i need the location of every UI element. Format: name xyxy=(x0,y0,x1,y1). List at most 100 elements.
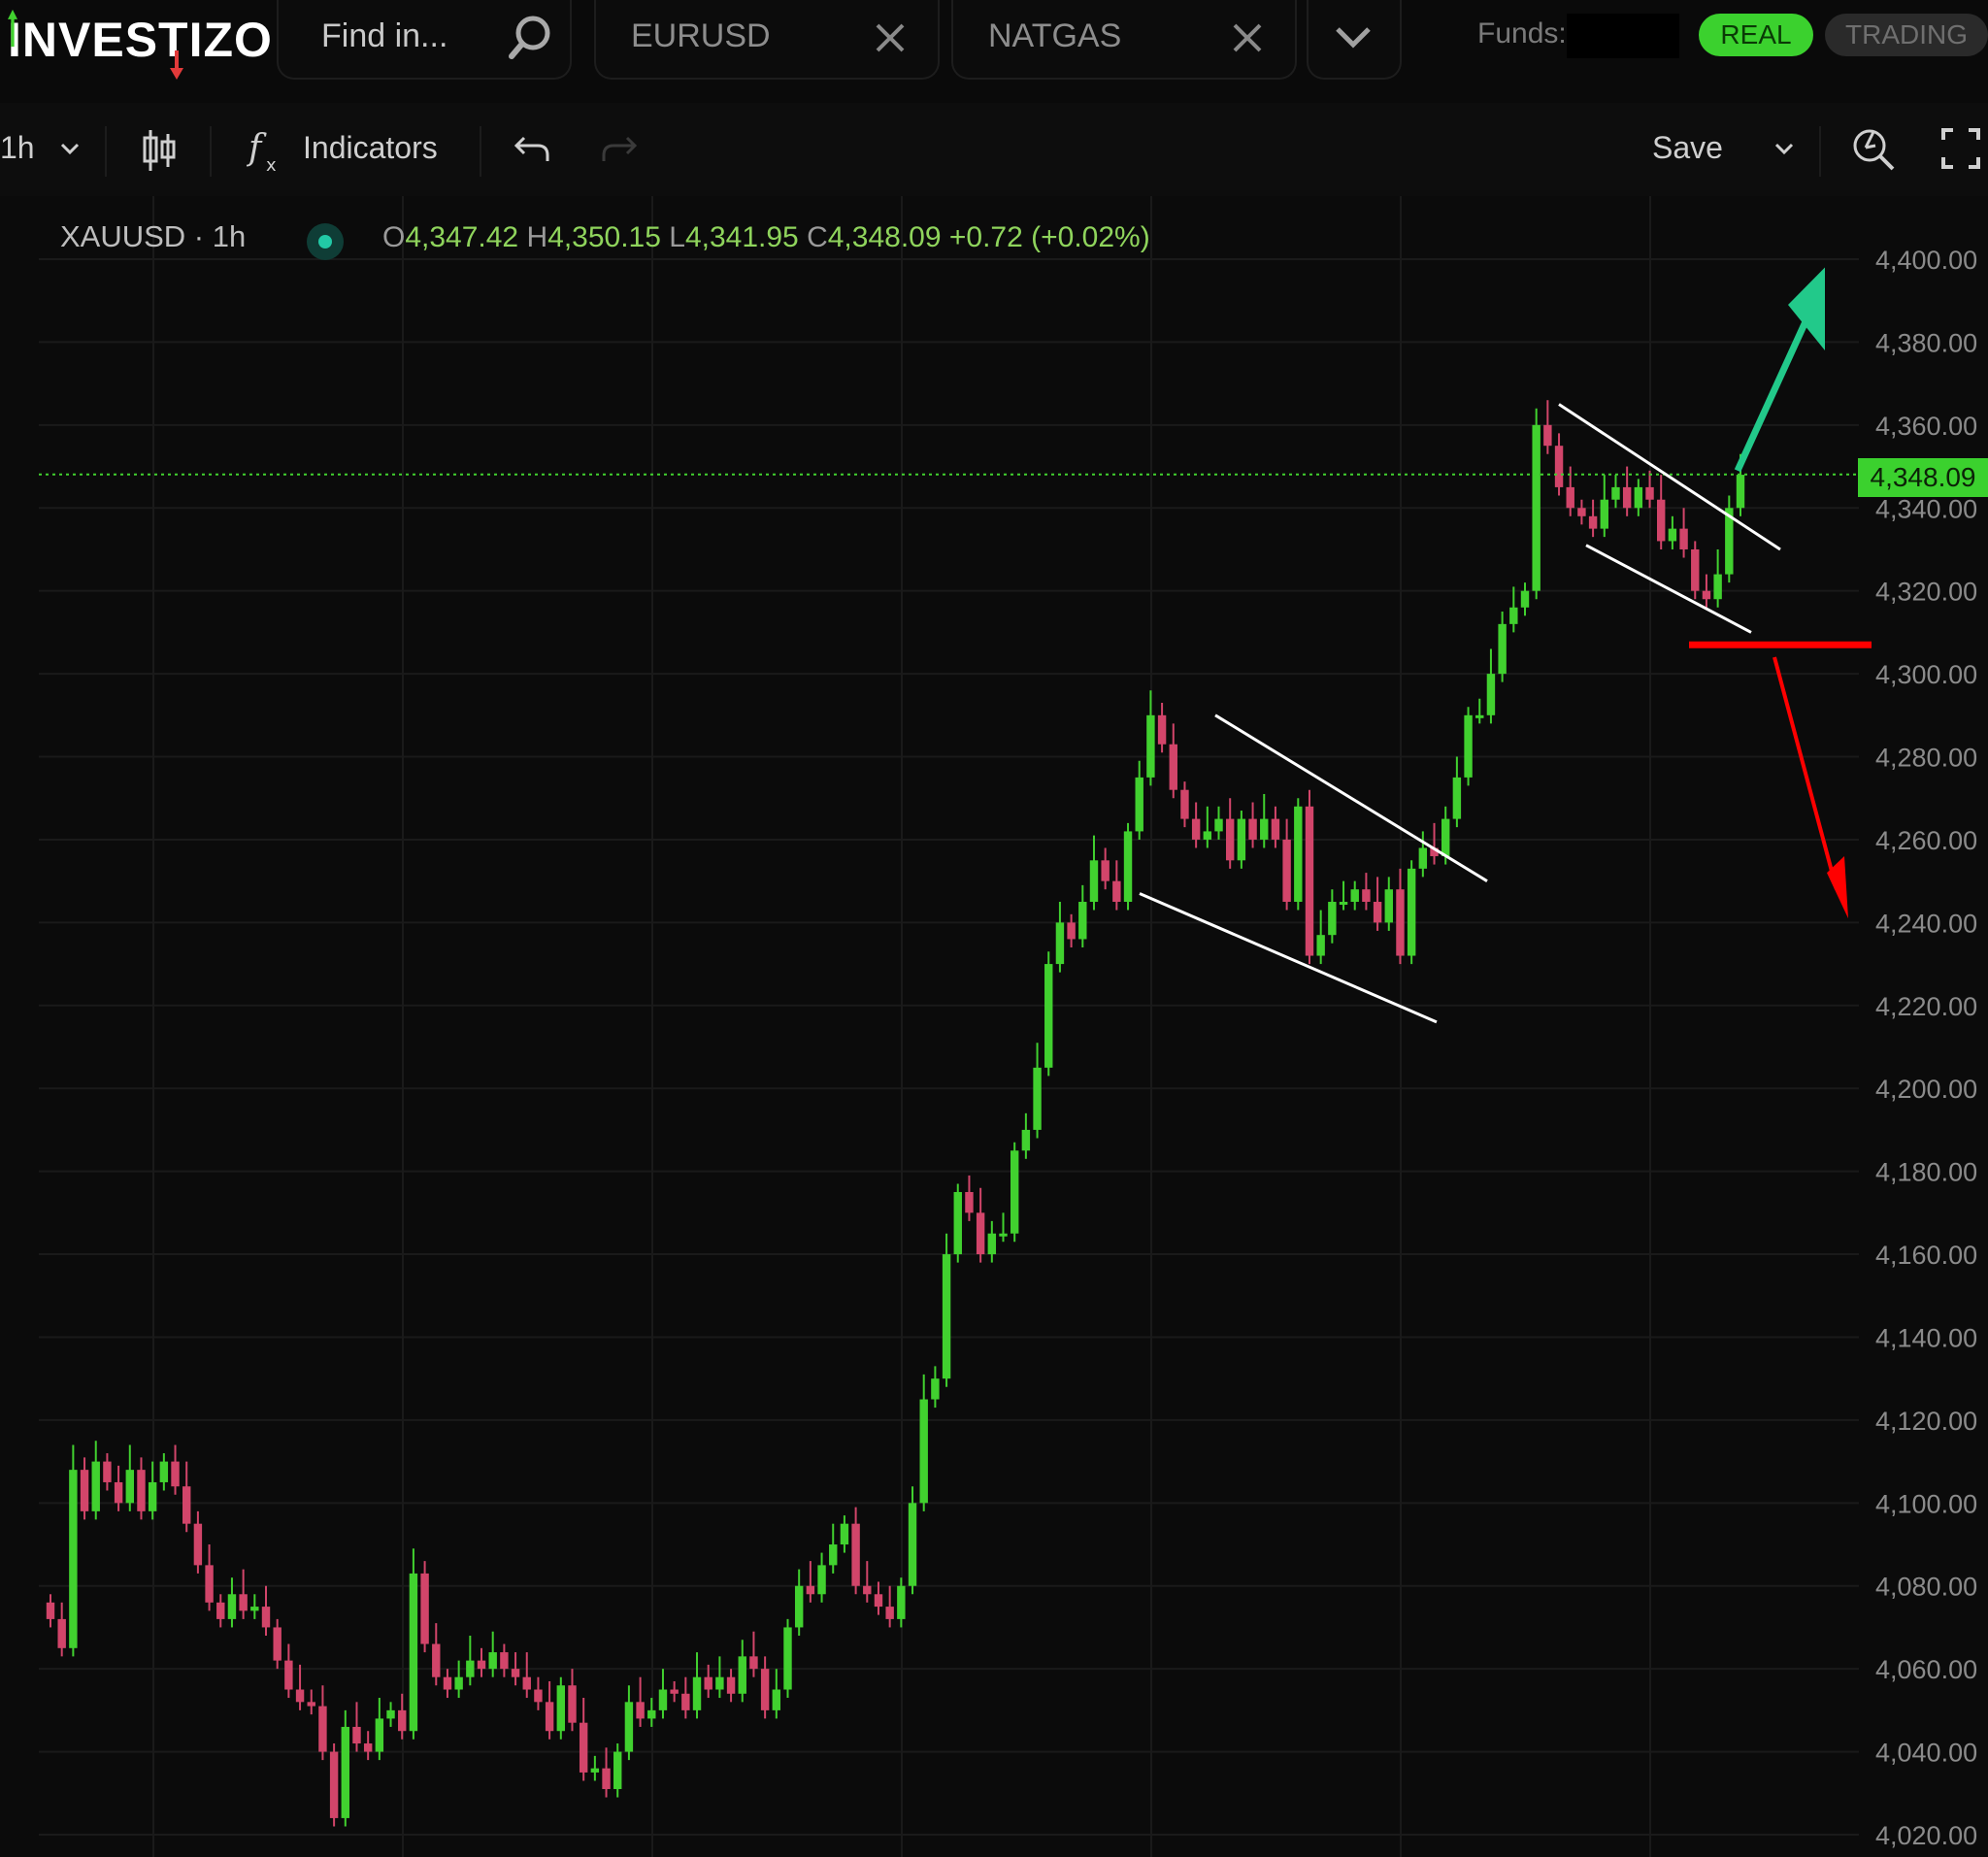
candle-body xyxy=(863,1585,872,1595)
open-key: O xyxy=(382,221,406,253)
candle-body xyxy=(1067,922,1076,940)
candle-body xyxy=(1010,1150,1019,1234)
y-axis-tick-label: 4,180.00 xyxy=(1875,1158,1977,1187)
candle-body xyxy=(1702,590,1711,600)
arrow-up-icon xyxy=(1788,267,1825,350)
candle-body xyxy=(171,1461,180,1487)
candle-body xyxy=(57,1618,66,1648)
candle-body xyxy=(273,1627,282,1661)
candle-body xyxy=(931,1378,940,1400)
candle-body xyxy=(1373,902,1382,923)
y-axis-tick-label: 4,080.00 xyxy=(1875,1573,1977,1602)
wedge-trendline xyxy=(1214,713,1488,882)
candle-body xyxy=(624,1702,634,1752)
candle-body xyxy=(1554,446,1564,487)
close-value: 4,348.09 xyxy=(827,221,942,253)
candle-body xyxy=(216,1602,225,1619)
candle-body xyxy=(1180,789,1189,819)
candle-body xyxy=(851,1523,860,1586)
candle-body xyxy=(1520,590,1530,608)
y-axis-tick-label: 4,060.00 xyxy=(1875,1655,1977,1684)
candle-body xyxy=(1566,486,1574,509)
candle-body xyxy=(1225,818,1235,861)
y-axis-tick-label: 4,260.00 xyxy=(1875,826,1977,855)
candle-body xyxy=(681,1693,690,1710)
y-axis-tick-label: 4,120.00 xyxy=(1875,1407,1977,1436)
candle-body xyxy=(193,1523,203,1566)
candle-body xyxy=(1622,486,1632,509)
y-axis-tick-label: 4,160.00 xyxy=(1875,1241,1977,1270)
candle-body xyxy=(1316,935,1325,956)
candle-body xyxy=(783,1627,792,1690)
candle-body xyxy=(1169,744,1177,790)
candle-body xyxy=(1203,831,1212,840)
candle-body xyxy=(817,1565,826,1595)
candle-body xyxy=(1305,806,1314,956)
candle-body xyxy=(1146,714,1155,778)
candle-body xyxy=(999,1233,1008,1237)
candle-body xyxy=(897,1585,906,1619)
candle-body xyxy=(1645,486,1654,500)
candle-body xyxy=(749,1656,758,1670)
symbol-legend[interactable]: XAUUSD · 1h xyxy=(60,219,246,254)
candle-body xyxy=(829,1544,838,1566)
candle-body xyxy=(466,1660,475,1677)
candle-body xyxy=(1089,860,1099,903)
candle-body xyxy=(726,1676,736,1694)
y-axis-tick-label: 4,280.00 xyxy=(1875,744,1977,773)
candle-body xyxy=(1679,528,1688,549)
candle-body xyxy=(1691,548,1700,591)
bullish-target-arrow xyxy=(1734,312,1813,473)
candle-body xyxy=(205,1565,214,1603)
candle-body xyxy=(318,1706,327,1752)
candle-body xyxy=(1339,902,1348,906)
candle-body xyxy=(420,1573,429,1644)
market-status-dot xyxy=(307,223,344,260)
change-value: +0.72 (+0.02%) xyxy=(948,221,1150,253)
y-axis-tick-label: 4,140.00 xyxy=(1875,1323,1977,1352)
candle-body xyxy=(443,1676,452,1690)
candle-body xyxy=(409,1573,418,1732)
candle-body xyxy=(556,1685,566,1732)
candle-body xyxy=(1657,499,1666,542)
candle-body xyxy=(227,1594,237,1619)
candle-body xyxy=(1157,714,1167,745)
candle-body xyxy=(398,1709,407,1732)
candle-body xyxy=(908,1503,917,1586)
y-axis-tick-label: 4,300.00 xyxy=(1875,660,1977,689)
candle-body xyxy=(91,1461,100,1511)
candle-body xyxy=(1260,818,1269,840)
candle-body xyxy=(579,1722,588,1773)
y-axis-tick-label: 4,240.00 xyxy=(1875,909,1977,938)
candle-body xyxy=(602,1768,611,1790)
candle-body xyxy=(454,1676,463,1690)
candle-body xyxy=(1282,839,1291,903)
candle-body xyxy=(1713,574,1722,600)
candle-body xyxy=(806,1585,815,1595)
candle-body xyxy=(976,1212,985,1255)
candle-body xyxy=(1214,818,1223,832)
candle-body xyxy=(1588,515,1598,529)
candle-body xyxy=(1044,964,1053,1068)
candle-body xyxy=(159,1461,169,1482)
open-value: 4,347.42 xyxy=(405,221,519,253)
candle-body xyxy=(1384,889,1393,923)
current-price-badge: 4,348.09 xyxy=(1858,458,1988,497)
candle-body xyxy=(1407,868,1416,956)
candle-body xyxy=(329,1751,339,1818)
candle-body xyxy=(670,1689,679,1694)
candle-body xyxy=(534,1689,543,1703)
candle-body xyxy=(647,1709,656,1719)
candle-body xyxy=(874,1594,883,1608)
candle-body xyxy=(1135,777,1143,832)
candle-body xyxy=(80,1470,89,1511)
candle-body xyxy=(500,1652,509,1670)
candle-body xyxy=(942,1254,951,1379)
candle-body xyxy=(692,1676,702,1710)
price-chart[interactable]: 4,400.00 4,380.00 4,360.00 4,340.00 4,320.00… xyxy=(0,0,1988,1857)
candle-body xyxy=(1611,486,1620,500)
candle-body xyxy=(341,1726,350,1818)
candle-body xyxy=(760,1669,770,1710)
candle-body xyxy=(103,1461,112,1482)
candle-body xyxy=(375,1718,384,1752)
